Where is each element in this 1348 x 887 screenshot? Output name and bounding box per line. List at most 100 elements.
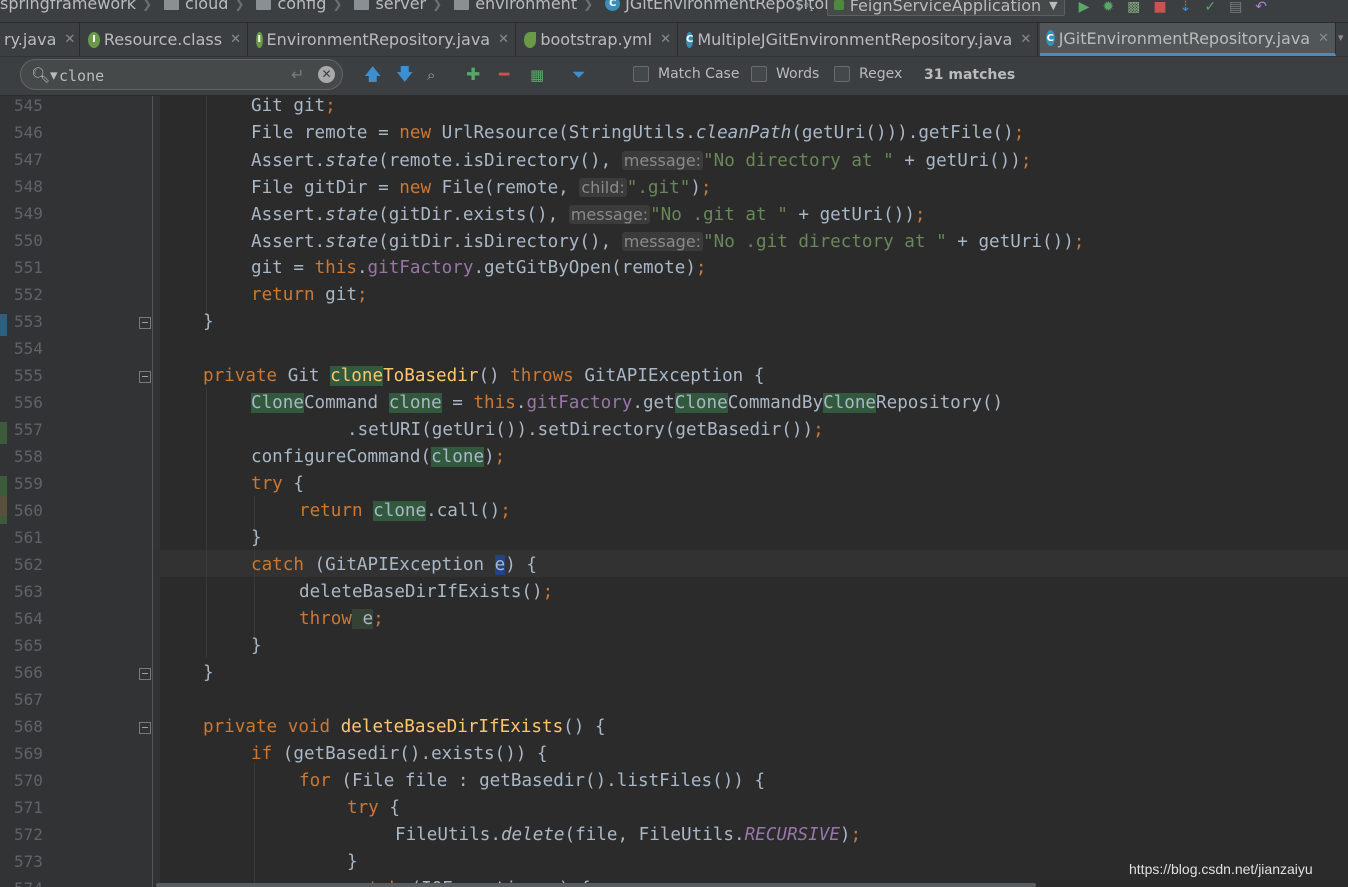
code-line-559: try { — [251, 471, 304, 498]
code-editor[interactable]: 545 546 547 548 549 550 551 552 553 554 … — [0, 96, 1348, 887]
chevron-right-icon: ❯ — [332, 0, 343, 11]
stop-icon[interactable]: ■ — [1153, 0, 1166, 16]
next-occurrence-icon[interactable]: 🡇 — [396, 65, 413, 85]
tab-resource-class[interactable]: I Resource.class ✕ — [82, 23, 248, 56]
code-text: Assert. — [251, 205, 326, 225]
breadcrumb-item-cloud[interactable]: cloud ❯ — [156, 0, 244, 13]
folder-icon — [454, 0, 470, 10]
line-number: 545 — [14, 96, 43, 115]
breadcrumb-item-config[interactable]: config ❯ — [248, 0, 342, 13]
code-text: git = — [251, 258, 315, 278]
code-line-556: CloneCommand clone = this.gitFactory.get… — [251, 390, 1003, 417]
remove-occurrence-icon[interactable]: ━ — [499, 65, 509, 85]
close-icon[interactable]: ✕ — [660, 32, 671, 47]
match-case-checkbox[interactable] — [633, 66, 649, 82]
breadcrumb-item-springframework[interactable]: springframework ❯ — [0, 0, 152, 13]
code-static-method: state — [325, 151, 379, 171]
search-input[interactable] — [57, 64, 291, 88]
code-text: } — [203, 312, 214, 332]
previous-occurrence-icon[interactable]: 🡅 — [364, 65, 381, 85]
line-number: 563 — [14, 582, 43, 601]
clear-icon[interactable]: ✕ — [318, 66, 335, 83]
code-keyword: void — [287, 717, 331, 737]
code-line-547: Assert.state(remote.isDirectory(), messa… — [251, 147, 1031, 174]
code-text: + getUri()) — [787, 205, 915, 225]
code-text: ; — [542, 582, 554, 602]
line-number: 548 — [14, 177, 43, 196]
find-all-icon[interactable]: ⌕ — [427, 65, 435, 85]
parameter-hint: message: — [621, 232, 704, 251]
filter-icon[interactable]: ⏷ — [572, 65, 586, 85]
close-icon[interactable]: ✕ — [498, 32, 509, 47]
breadcrumb-item-server[interactable]: server ❯ — [346, 0, 442, 13]
tab-environment-repository[interactable]: I EnvironmentRepository.java ✕ — [250, 23, 516, 56]
code-method-declaration: deleteBaseDirIfExists — [340, 717, 564, 737]
tab-overflow-icon[interactable]: ▾ — [1338, 31, 1344, 44]
code-text: Assert. — [251, 151, 326, 171]
line-number: 551 — [14, 258, 43, 277]
breadcrumb-item-environment[interactable]: environment ❯ — [446, 0, 593, 13]
regex-checkbox[interactable] — [834, 66, 850, 82]
tab-ry-java[interactable]: ry.java ✕ — [0, 23, 80, 56]
vcs-commit-icon[interactable]: ✓ — [1204, 0, 1216, 16]
code-text: { — [282, 474, 304, 494]
code-text: File gitDir = — [251, 178, 400, 198]
add-occurrence-icon[interactable]: ✚ — [466, 65, 480, 85]
fold-icon[interactable] — [139, 668, 151, 680]
fold-icon[interactable] — [139, 722, 151, 734]
line-number: 553 — [14, 312, 43, 331]
code-line-573: } — [347, 849, 358, 876]
binary-sort-icon[interactable]: ↓⁰₁ — [794, 0, 814, 16]
code-text: (GitAPIException — [303, 555, 495, 575]
code-keyword: private — [203, 717, 278, 737]
breadcrumb-label: server — [375, 0, 427, 13]
tab-bootstrap-yml[interactable]: bootstrap.yml ✕ — [518, 23, 678, 56]
code-line-551: git = this.gitFactory.getGitByOpen(remot… — [251, 255, 707, 282]
coverage-icon[interactable]: ▩ — [1127, 0, 1140, 16]
close-icon[interactable]: ✕ — [230, 32, 241, 47]
run-configuration-select[interactable]: FeignServiceApplication ▼ — [826, 0, 1065, 16]
code-text: Command — [303, 393, 389, 413]
line-number: 547 — [14, 150, 43, 169]
undo-icon[interactable]: ↶ — [1255, 0, 1267, 16]
match-count: 31 matches — [924, 67, 1016, 83]
horizontal-scrollbar[interactable] — [156, 883, 1036, 887]
fold-icon[interactable] — [139, 317, 151, 329]
close-icon[interactable]: ✕ — [64, 32, 75, 47]
search-match-highlight: clone — [431, 447, 485, 467]
parameter-hint: message: — [621, 151, 704, 170]
debug-icon[interactable]: ✹ — [1102, 0, 1114, 16]
code-text: . — [515, 393, 527, 413]
tab-label: JGitEnvironmentRepository.java — [1058, 28, 1311, 48]
close-icon[interactable]: ✕ — [1318, 31, 1329, 46]
line-number: 564 — [14, 609, 43, 628]
words-option[interactable]: Words — [751, 66, 819, 82]
match-case-label: Match Case — [658, 66, 740, 82]
class-icon: C — [1046, 30, 1055, 46]
class-icon: C — [605, 0, 621, 11]
run-icon[interactable]: ▶ — [1079, 0, 1090, 16]
fold-icon[interactable] — [139, 371, 151, 383]
regex-option[interactable]: Regex — [834, 66, 902, 82]
indent-guide — [254, 762, 255, 887]
vcs-update-icon[interactable]: ⇣ — [1180, 0, 1192, 16]
line-number: 550 — [14, 231, 43, 250]
code-string: ".git" — [626, 178, 691, 198]
code-line-549: Assert.state(gitDir.exists(), message: "N… — [251, 201, 926, 228]
new-line-icon[interactable]: ↵ — [291, 65, 304, 84]
chevron-right-icon: ❯ — [234, 0, 245, 11]
code-constant: RECURSIVE — [744, 825, 840, 845]
tab-multiple-jgit-repository[interactable]: C MultipleJGitEnvironmentRepository.java… — [680, 23, 1038, 56]
code-text: UrlResource(StringUtils. — [431, 123, 696, 143]
code-text: ; — [914, 205, 926, 225]
match-case-option[interactable]: Match Case — [633, 66, 739, 82]
line-number: 559 — [14, 474, 43, 493]
vcs-history-icon[interactable]: ▤ — [1229, 0, 1242, 16]
close-icon[interactable]: ✕ — [1020, 32, 1031, 47]
words-checkbox[interactable] — [751, 66, 767, 82]
tab-jgit-repository[interactable]: C JGitEnvironmentRepository.java ✕ — [1040, 23, 1336, 56]
search-icon[interactable]: 🔍︎▾ — [31, 66, 58, 84]
select-all-occurrences-icon[interactable]: ▦ — [530, 65, 544, 85]
